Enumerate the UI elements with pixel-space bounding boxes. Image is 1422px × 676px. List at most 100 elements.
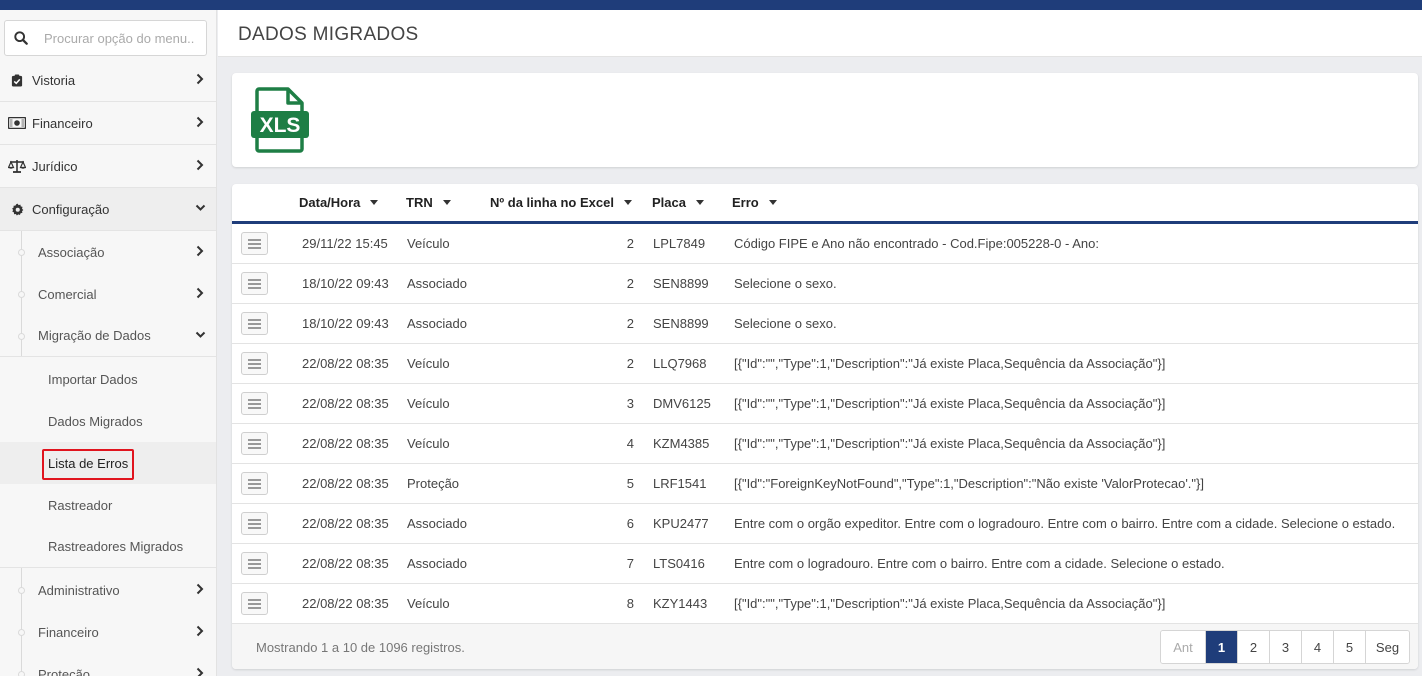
sidebar: Vistoria Financeiro Jurídico Configuraçã… (0, 10, 217, 676)
cell-error: [{"Id":"","Type":1,"Description":"Já exi… (734, 356, 1166, 371)
row-details-button[interactable] (241, 352, 268, 375)
pagination-page-button[interactable]: 1 (1205, 631, 1237, 663)
sort-caret-icon (695, 200, 704, 205)
table-row: 22/08/22 08:35 Associado 7 LTS0416 Entre com… (232, 544, 1418, 584)
table-row: 22/08/22 08:35 Associado 6 KPU2477 Entre com… (232, 504, 1418, 544)
cell-plate: KPU2477 (653, 516, 709, 531)
row-details-button[interactable] (241, 392, 268, 415)
cell-trn: Associado (407, 516, 467, 531)
chevron-down-icon (195, 204, 206, 211)
sidebar-leaf-dados-migrados[interactable]: Dados Migrados (0, 400, 216, 442)
row-details-button[interactable] (241, 552, 268, 575)
cell-plate: KZY1443 (653, 596, 708, 611)
cell-error: Selecione o sexo. (734, 276, 837, 291)
clipboard-check-icon (8, 73, 26, 87)
sidebar-subitem-protecao[interactable]: Proteção (0, 653, 216, 676)
column-label: Data/Hora (299, 195, 361, 210)
pagination-page-button[interactable]: 3 (1269, 631, 1301, 663)
sidebar-item-label: Configuração (32, 201, 110, 217)
sidebar-subitem-migracao-de-dados[interactable]: Migração de Dados (0, 315, 216, 357)
balance-scale-icon (8, 159, 26, 173)
row-details-button[interactable] (241, 472, 268, 495)
errors-table: Data/Hora TRN Nº da linha no Excel Placa… (232, 184, 1418, 669)
records-summary: Mostrando 1 a 10 de 1096 registros. (256, 640, 465, 655)
sidebar-leaf-rastreadores-migrados[interactable]: Rastreadores Migrados (0, 526, 216, 568)
table-row: 22/08/22 08:35 Veículo 8 KZY1443 [{"Id":"","… (232, 584, 1418, 624)
chevron-right-icon (196, 73, 204, 85)
sidebar-subitem-associacao[interactable]: Associação (0, 231, 216, 273)
sidebar-item-label: Rastreadores Migrados (48, 539, 184, 554)
xls-file-icon[interactable]: XLS (250, 87, 310, 153)
sidebar-item-label: Associação (38, 244, 105, 260)
table-footer: Mostrando 1 a 10 de 1096 registros. Ant … (232, 623, 1418, 669)
table-row: 22/08/22 08:35 Proteção 5 LRF1541 [{"Id":"Fo… (232, 464, 1418, 504)
sort-caret-icon (768, 200, 777, 205)
sidebar-item-label: Comercial (38, 286, 97, 302)
chevron-right-icon (196, 245, 204, 257)
export-panel: XLS (232, 73, 1418, 167)
table-row: 29/11/22 15:45 Veículo 2 LPL7849 Código FIPE… (232, 224, 1418, 264)
row-details-button[interactable] (241, 592, 268, 615)
cell-datetime: 18/10/22 09:43 (302, 276, 389, 291)
cell-plate: SEN8899 (653, 316, 709, 331)
sidebar-subitem-comercial[interactable]: Comercial (0, 273, 216, 315)
cell-error: [{"Id":"","Type":1,"Description":"Já exi… (734, 596, 1166, 611)
column-header-datetime[interactable]: Data/Hora (299, 195, 379, 210)
row-details-button[interactable] (241, 512, 268, 535)
pagination-page-button[interactable]: 2 (1237, 631, 1269, 663)
sidebar-item-label: Vistoria (32, 72, 76, 88)
sidebar-subitem-financeiro[interactable]: Financeiro (0, 611, 216, 653)
sidebar-item-configuracao[interactable]: Configuração (0, 188, 216, 231)
row-details-button[interactable] (241, 272, 268, 295)
menu-search (4, 20, 207, 56)
table-row: 22/08/22 08:35 Veículo 3 DMV6125 [{"Id":"","… (232, 384, 1418, 424)
row-details-button[interactable] (241, 232, 268, 255)
pagination-page-button[interactable]: 4 (1301, 631, 1333, 663)
cell-plate: KZM4385 (653, 436, 710, 451)
column-header-excel-line[interactable]: Nº da linha no Excel (490, 195, 632, 210)
column-header-trn[interactable]: TRN (406, 195, 451, 210)
cell-excel-line: 2 (626, 356, 634, 371)
pagination-next-button[interactable]: Seg (1365, 631, 1409, 663)
chevron-down-icon (195, 331, 206, 338)
page-title: DADOS MIGRADOS (238, 24, 419, 45)
cell-plate: LPL7849 (653, 236, 706, 251)
cell-datetime: 22/08/22 08:35 (302, 396, 389, 411)
cell-error: Selecione o sexo. (734, 316, 837, 331)
cell-trn: Veículo (407, 356, 450, 371)
cell-error: [{"Id":"ForeignKeyNotFound","Type":1,"De… (734, 476, 1204, 491)
cell-plate: LTS0416 (653, 556, 705, 571)
search-input[interactable] (44, 30, 194, 46)
sidebar-item-juridico[interactable]: Jurídico (0, 145, 216, 188)
sidebar-item-vistoria[interactable]: Vistoria (0, 59, 216, 102)
sidebar-leaf-importar-dados[interactable]: Importar Dados (0, 358, 216, 400)
gear-icon (8, 203, 26, 216)
sidebar-subitem-administrativo[interactable]: Administrativo (0, 569, 216, 611)
highlight-annotation (42, 449, 134, 480)
row-details-button[interactable] (241, 432, 268, 455)
sidebar-item-label: Dados Migrados (48, 413, 143, 429)
table-row: 18/10/22 09:43 Associado 2 SEN8899 Selecione… (232, 304, 1418, 344)
cell-excel-line: 4 (626, 436, 634, 451)
table-row: 22/08/22 08:35 Veículo 2 LLQ7968 [{"Id":"","… (232, 344, 1418, 384)
cell-excel-line: 3 (626, 396, 634, 411)
pagination-page-button[interactable]: 5 (1333, 631, 1365, 663)
top-bar (0, 0, 1422, 10)
sidebar-item-label: Administrativo (38, 582, 120, 598)
row-details-button[interactable] (241, 312, 268, 335)
column-label: Erro (732, 195, 759, 210)
sidebar-item-label: Financeiro (32, 115, 93, 131)
chevron-right-icon (196, 287, 204, 299)
sort-caret-icon (623, 200, 632, 205)
cell-plate: LLQ7968 (653, 356, 707, 371)
cell-excel-line: 5 (626, 476, 634, 491)
cell-trn: Associado (407, 276, 467, 291)
column-header-plate[interactable]: Placa (652, 195, 704, 210)
pagination-prev-button[interactable]: Ant (1161, 631, 1205, 663)
sidebar-leaf-rastreador[interactable]: Rastreador (0, 484, 216, 526)
cell-trn: Veículo (407, 236, 450, 251)
column-header-error[interactable]: Erro (732, 195, 777, 210)
sidebar-item-financeiro[interactable]: Financeiro (0, 102, 216, 145)
sidebar-item-label: Migração de Dados (38, 328, 151, 343)
money-bill-icon (8, 117, 26, 129)
